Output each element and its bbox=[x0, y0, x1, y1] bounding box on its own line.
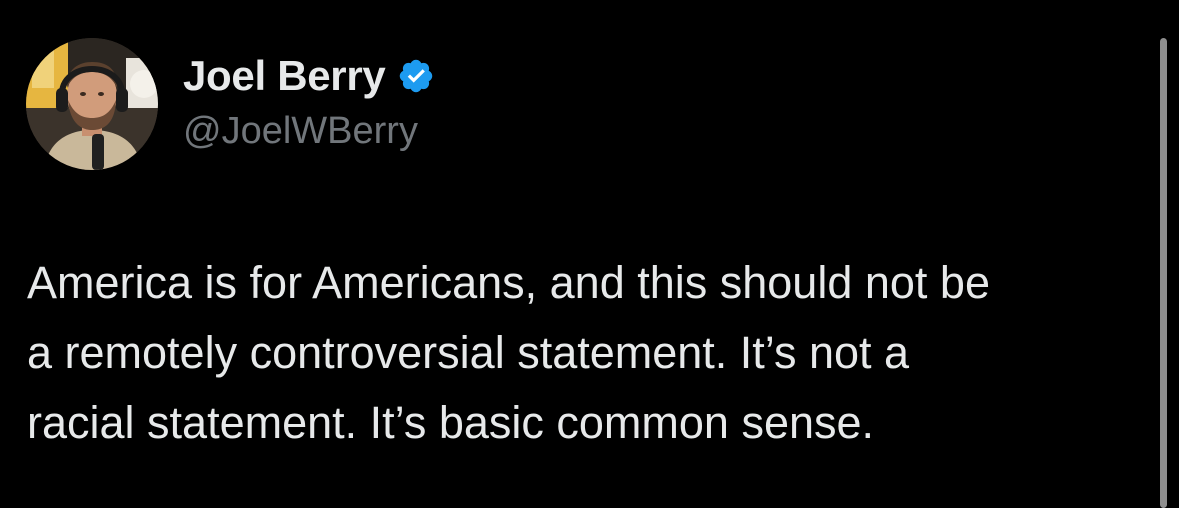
tweet-text-line: racial statement. It’s basic common sens… bbox=[27, 397, 875, 448]
author-display-name[interactable]: Joel Berry bbox=[183, 52, 386, 100]
tweet-text: America is for Americans, and this shoul… bbox=[27, 248, 1147, 458]
verified-badge-icon[interactable] bbox=[397, 57, 435, 95]
author-avatar[interactable] bbox=[26, 38, 158, 170]
tweet-text-line: America is for Americans, and this shoul… bbox=[27, 257, 990, 308]
author-handle[interactable]: @JoelWBerry bbox=[183, 110, 435, 153]
scrollbar[interactable] bbox=[1160, 38, 1167, 508]
author-info: Joel Berry @JoelWBerry bbox=[183, 50, 435, 153]
tweet-card: Joel Berry @JoelWBerry America is for Am… bbox=[0, 0, 1179, 508]
author-name-row: Joel Berry bbox=[183, 50, 435, 102]
tweet-text-line: a remotely controversial statement. It’s… bbox=[27, 327, 910, 378]
avatar-photo-icon bbox=[26, 38, 158, 170]
